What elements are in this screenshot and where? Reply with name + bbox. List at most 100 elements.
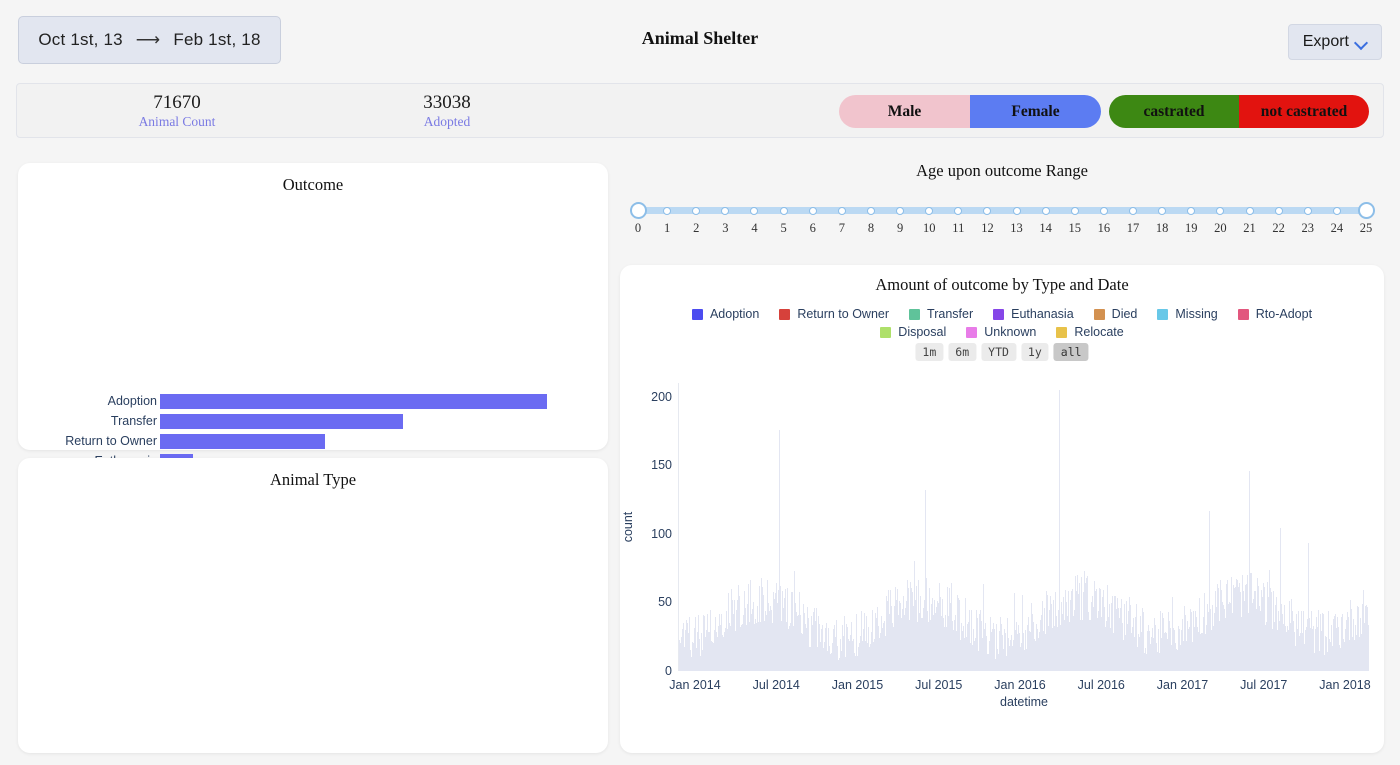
range-selector-6m[interactable]: 6m <box>948 343 977 361</box>
age-slider-stop[interactable] <box>837 206 846 215</box>
age-slider-stop[interactable] <box>663 206 672 215</box>
kpi-strip: 71670 Animal Count 33038 Adopted Male Fe… <box>16 83 1384 138</box>
kpi-adopted: 33038 Adopted <box>391 93 503 130</box>
age-slider-stop[interactable] <box>692 206 701 215</box>
age-slider-stop[interactable] <box>954 206 963 215</box>
age-range-card: Age upon outcome Range 0 1 2 3 4 5 6 7 8 9 10 11 12 1… <box>620 155 1384 250</box>
bar-segment[interactable] <box>160 433 325 449</box>
y-axis-tick: 200 <box>651 389 672 404</box>
legend-item[interactable]: Relocate <box>1056 325 1124 339</box>
age-slider-tick-label: 9 <box>896 221 904 235</box>
age-slider-stop[interactable] <box>1187 206 1196 215</box>
bar-category-label: Adoption <box>107 393 157 408</box>
age-slider-stop[interactable] <box>779 206 788 215</box>
x-axis-tick: Jan 2015 <box>831 678 884 692</box>
range-selector-1m[interactable]: 1m <box>915 343 944 361</box>
legend-item[interactable]: Died <box>1093 307 1137 321</box>
age-slider-stop[interactable] <box>983 206 992 215</box>
legend-item[interactable]: Transfer <box>909 307 973 321</box>
age-slider-stop[interactable] <box>1041 206 1050 215</box>
range-selector-ytd[interactable]: YTD <box>981 343 1016 361</box>
age-slider-tick-label: 4 <box>751 221 758 235</box>
age-slider-handle-low[interactable] <box>629 202 647 219</box>
age-slider-handle-high[interactable] <box>1357 202 1375 219</box>
age-slider-stop[interactable] <box>1012 206 1021 215</box>
legend-item[interactable]: Adoption <box>691 307 760 321</box>
age-slider-tick-label: 0 <box>634 221 642 235</box>
age-slider-tick-label: 10 <box>922 221 936 235</box>
kpi-adopted-value: 33038 <box>423 92 471 113</box>
legend-label: Adoption <box>709 307 760 321</box>
outcome-bar-chart[interactable]: outcomeAdoptionTransferReturn to OwnerEu… <box>18 163 608 611</box>
bar-segment[interactable] <box>160 413 404 429</box>
age-slider-stop[interactable] <box>1274 206 1283 215</box>
age-slider-tick-label: 15 <box>1068 221 1082 235</box>
legend-swatch-icon <box>1237 308 1249 320</box>
legend-swatch-icon <box>1093 308 1105 320</box>
legend-item[interactable]: Euthanasia <box>993 307 1074 321</box>
bar-row[interactable]: Return to Owner <box>65 433 552 449</box>
x-axis-tick: Jan 2014 <box>669 678 721 692</box>
neuter-toggle-castrated[interactable]: castrated <box>1109 95 1239 128</box>
age-range-title: Age upon outcome Range <box>916 161 1088 180</box>
x-axis-tick: Jul 2016 <box>1077 678 1125 692</box>
gender-toggle-male[interactable]: Male <box>839 95 970 128</box>
x-axis-tick: Jul 2017 <box>1240 678 1288 692</box>
legend-item[interactable]: Unknown <box>966 325 1036 339</box>
age-slider-stop[interactable] <box>1129 206 1138 215</box>
kpi-adopted-label: Adopted <box>423 114 471 129</box>
age-slider-stop[interactable] <box>896 206 905 215</box>
bar-row[interactable]: Transfer <box>111 413 552 429</box>
legend-item[interactable]: Rto-Adopt <box>1237 307 1313 321</box>
range-selector-all[interactable]: all <box>1053 343 1089 361</box>
export-button[interactable]: Export <box>1287 24 1382 60</box>
legend-item[interactable]: Return to Owner <box>779 307 889 321</box>
gender-toggle-female[interactable]: Female <box>970 95 1101 128</box>
bar-row[interactable]: Adoption <box>108 393 552 409</box>
age-slider-stop[interactable] <box>808 206 817 215</box>
bar-segment[interactable] <box>160 393 547 409</box>
timeseries-y-axis-label: count <box>621 511 635 543</box>
x-axis-tick: Jul 2015 <box>915 678 963 692</box>
age-slider-tick-label: 13 <box>1010 221 1023 235</box>
legend-item[interactable]: Missing <box>1157 307 1218 321</box>
age-slider-tick-label: 5 <box>780 221 787 235</box>
chevron-down-icon <box>1356 37 1367 48</box>
age-slider-stop[interactable] <box>1070 206 1079 215</box>
age-slider-stop[interactable] <box>1303 206 1312 215</box>
animal-type-chart-card: Animal Type outcomeDogCatOtherBirdLivest… <box>18 458 608 753</box>
bar-category-label: Return to Owner <box>65 433 157 448</box>
x-axis-tick: Jan 2016 <box>994 678 1046 692</box>
age-slider-tick-label: 23 <box>1301 221 1315 235</box>
legend-label: Disposal <box>898 325 947 339</box>
age-slider-tick-label: 2 <box>693 221 700 235</box>
dashboard-root: Oct 1st, 13 ⟶ Feb 1st, 18 Animal Shelter… <box>0 0 1400 765</box>
age-slider-tick-label: 6 <box>809 221 816 235</box>
animal-type-bar-chart[interactable]: outcomeDogCatOtherBirdLivestock010k20k30… <box>18 458 608 753</box>
timeseries-range-selector[interactable]: 1m 6m YTD 1y all <box>915 343 1089 361</box>
neuter-toggle[interactable]: castrated not castrated <box>1109 95 1369 128</box>
age-slider-stop[interactable] <box>1099 206 1108 215</box>
export-button-label: Export <box>1302 33 1349 50</box>
age-slider-track[interactable] <box>629 202 1375 219</box>
x-axis-tick: Jan 2018 <box>1319 678 1371 692</box>
age-slider-stop[interactable] <box>1158 206 1167 215</box>
legend-item[interactable]: Disposal <box>880 325 946 339</box>
age-slider-stop[interactable] <box>866 206 875 215</box>
age-slider-stop[interactable] <box>925 206 934 215</box>
range-selector-1y[interactable]: 1y <box>1020 343 1049 361</box>
legend-swatch-icon <box>1056 326 1068 338</box>
legend-swatch-icon <box>993 308 1005 320</box>
gender-toggle[interactable]: Male Female <box>839 95 1101 128</box>
timeseries-plot[interactable]: datetime count 0 50 100 150 200 Jan 2014 Jul 2… <box>621 383 1371 709</box>
age-slider-stop[interactable] <box>1216 206 1225 215</box>
legend-label: Rto-Adopt <box>1255 307 1313 321</box>
age-slider-stop[interactable] <box>721 206 730 215</box>
legend-swatch-icon <box>880 326 892 338</box>
age-slider-stop[interactable] <box>1332 206 1341 215</box>
timeseries-legend[interactable]: Adoption Return to Owner Transfer Euthanasi… <box>652 307 1352 339</box>
age-slider-stop[interactable] <box>750 206 759 215</box>
age-slider-tick-label: 20 <box>1214 221 1227 235</box>
neuter-toggle-not-castrated[interactable]: not castrated <box>1239 95 1369 128</box>
age-slider-stop[interactable] <box>1245 206 1254 215</box>
